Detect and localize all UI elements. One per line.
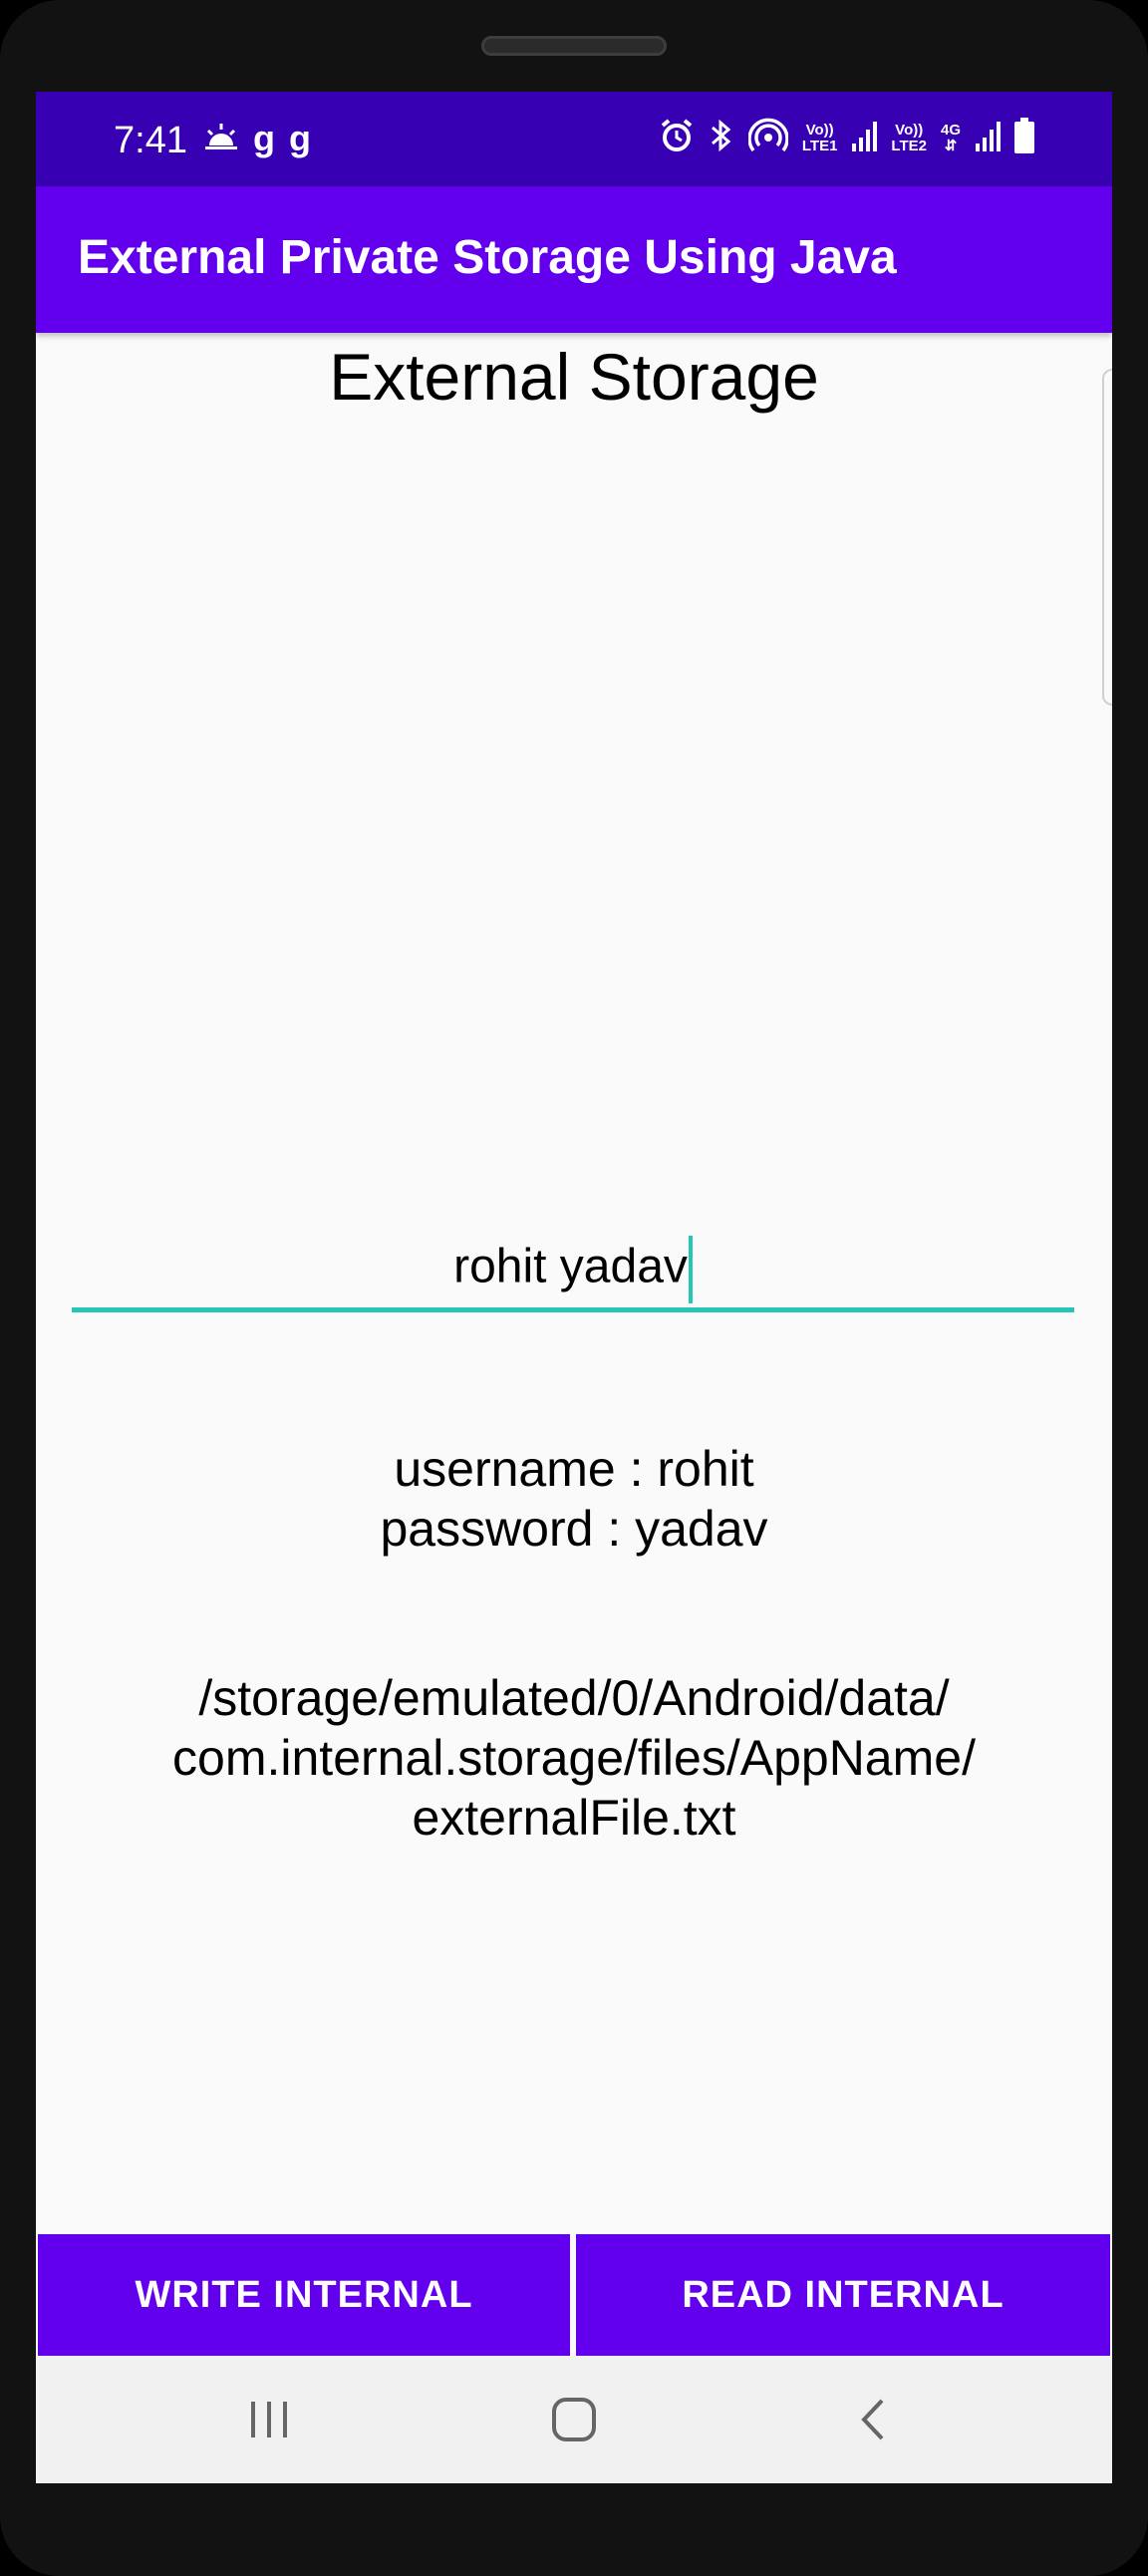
page-title: External Storage: [329, 340, 819, 414]
username-text: username : rohit: [394, 1441, 754, 1497]
write-internal-button[interactable]: WRITE INTERNAL: [38, 2234, 570, 2356]
text-input[interactable]: rohit yadav: [72, 1228, 1074, 1337]
file-path-output: /storage/emulated/0/Android/data/ com.in…: [36, 1668, 1112, 1848]
signal-icon: [851, 120, 878, 156]
weather-icon: [203, 122, 239, 156]
recent-apps-icon[interactable]: [229, 2388, 309, 2451]
alarm-icon: [659, 118, 695, 158]
credentials-output: username : rohit password : yadav: [36, 1439, 1112, 1559]
path-line: com.internal.storage/files/AppName/: [172, 1730, 976, 1786]
device-frame: 7:41 g g Vo)) LTE1 Vo)) LTE2 4G ⇵ Extern…: [0, 0, 1148, 2576]
volte1-icon: Vo)) LTE1: [801, 121, 838, 154]
password-text: password : yadav: [380, 1501, 768, 1557]
signal-icon: [975, 120, 1001, 156]
app-title: External Private Storage Using Java: [78, 231, 897, 284]
status-bar: 7:41 g g Vo)) LTE1 Vo)) LTE2 4G ⇵: [36, 92, 1112, 186]
speaker-grille: [481, 36, 667, 56]
app-bar: External Private Storage Using Java: [36, 186, 1112, 333]
back-icon[interactable]: [833, 2388, 913, 2451]
g-app-icon: g: [253, 118, 275, 158]
home-icon[interactable]: [534, 2388, 614, 2451]
read-internal-button[interactable]: READ INTERNAL: [576, 2234, 1110, 2356]
4g-icon: 4G ⇵: [940, 121, 961, 154]
text-cursor: [688, 1236, 693, 1303]
input-value: rohit yadav: [453, 1240, 688, 1293]
g-app-icon: g: [289, 118, 311, 158]
navigation-bar: [36, 2356, 1112, 2483]
path-line: /storage/emulated/0/Android/data/: [198, 1670, 950, 1726]
input-underline: [72, 1307, 1074, 1312]
volte2-icon: Vo)) LTE2: [891, 121, 927, 154]
battery-icon: [1014, 118, 1034, 158]
hotspot-icon: [747, 118, 789, 158]
scroll-indicator: [1102, 369, 1112, 706]
bluetooth-icon: [709, 118, 734, 158]
screen: 7:41 g g Vo)) LTE1 Vo)) LTE2 4G ⇵ Extern…: [36, 92, 1112, 2483]
status-time: 7:41: [114, 120, 187, 161]
path-line: externalFile.txt: [412, 1790, 736, 1846]
